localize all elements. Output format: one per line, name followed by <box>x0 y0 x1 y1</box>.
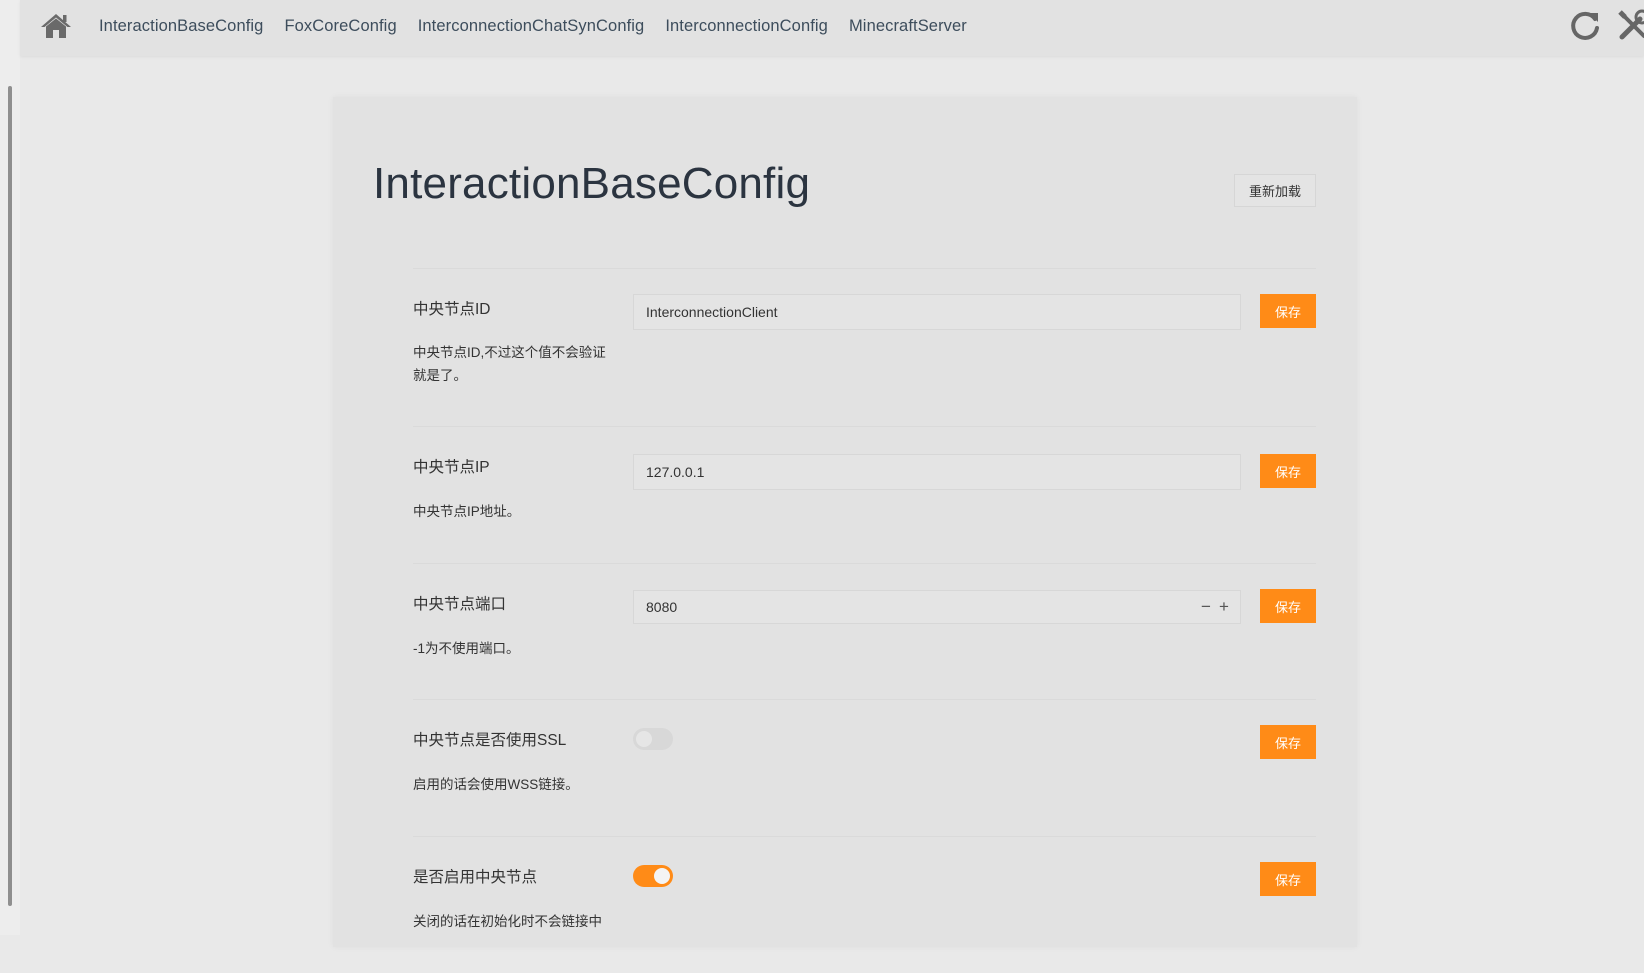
nav-link-interconnectionchatsynconfig[interactable]: InterconnectionChatSynConfig <box>418 17 645 36</box>
save-button[interactable]: 保存 <box>1260 725 1316 759</box>
enable-node-toggle[interactable] <box>633 865 673 887</box>
nav-link-minecraftserver[interactable]: MinecraftServer <box>849 17 967 36</box>
toggle-knob <box>636 731 652 747</box>
config-card: InteractionBaseConfig 重新加载 中央节点ID 中央节点ID… <box>333 97 1357 947</box>
save-button[interactable]: 保存 <box>1260 862 1316 896</box>
config-row-node-id: 中央节点ID 中央节点ID,不过这个值不会验证就是了。 保存 <box>413 268 1316 426</box>
save-button[interactable]: 保存 <box>1260 589 1316 623</box>
reload-config-button[interactable]: 重新加载 <box>1234 174 1316 207</box>
nav-link-interconnectionconfig[interactable]: InterconnectionConfig <box>665 17 828 36</box>
config-title: 中央节点ID <box>413 301 491 318</box>
save-button[interactable]: 保存 <box>1260 454 1316 488</box>
decrement-button[interactable]: − <box>1197 591 1215 623</box>
nav-links: InteractionBaseConfig FoxCoreConfig Inte… <box>99 0 988 52</box>
config-description: 中央节点IP地址。 <box>413 504 521 519</box>
node-id-input[interactable] <box>633 294 1241 330</box>
config-title: 中央节点端口 <box>413 596 507 613</box>
node-ip-input[interactable] <box>633 454 1241 490</box>
page-scrollbar[interactable] <box>8 86 12 906</box>
page-title: InteractionBaseConfig <box>373 159 811 208</box>
tools-icon[interactable] <box>1616 9 1644 43</box>
nav-link-interactionbaseconfig[interactable]: InteractionBaseConfig <box>99 17 263 36</box>
config-row-enable-node: 是否启用中央节点 关闭的话在初始化时不会链接中 保存 <box>413 836 1316 973</box>
config-list: 中央节点ID 中央节点ID,不过这个值不会验证就是了。 保存 中央节点IP 中央… <box>413 268 1316 973</box>
config-title: 中央节点是否使用SSL <box>413 732 567 749</box>
config-description: -1为不使用端口。 <box>413 641 520 656</box>
config-row-node-port: 中央节点端口 -1为不使用端口。 − + 保存 <box>413 563 1316 699</box>
config-description: 中央节点ID,不过这个值不会验证就是了。 <box>413 345 606 383</box>
config-description: 关闭的话在初始化时不会链接中 <box>413 914 602 929</box>
node-port-input[interactable] <box>634 591 1178 623</box>
config-title: 中央节点IP <box>413 459 490 476</box>
use-ssl-toggle[interactable] <box>633 728 673 750</box>
config-description: 启用的话会使用WSS链接。 <box>413 777 579 792</box>
save-button[interactable]: 保存 <box>1260 294 1316 328</box>
config-row-node-ip: 中央节点IP 中央节点IP地址。 保存 <box>413 426 1316 563</box>
increment-button[interactable]: + <box>1215 591 1233 623</box>
node-port-field: − + <box>633 590 1241 624</box>
home-icon[interactable] <box>40 11 72 41</box>
config-title: 是否启用中央节点 <box>413 869 538 886</box>
reload-icon[interactable] <box>1568 9 1602 43</box>
config-row-use-ssl: 中央节点是否使用SSL 启用的话会使用WSS链接。 保存 <box>413 699 1316 836</box>
top-navigation: InteractionBaseConfig FoxCoreConfig Inte… <box>20 0 1644 56</box>
nav-link-foxcoreconfig[interactable]: FoxCoreConfig <box>284 17 396 36</box>
toggle-knob <box>654 868 670 884</box>
